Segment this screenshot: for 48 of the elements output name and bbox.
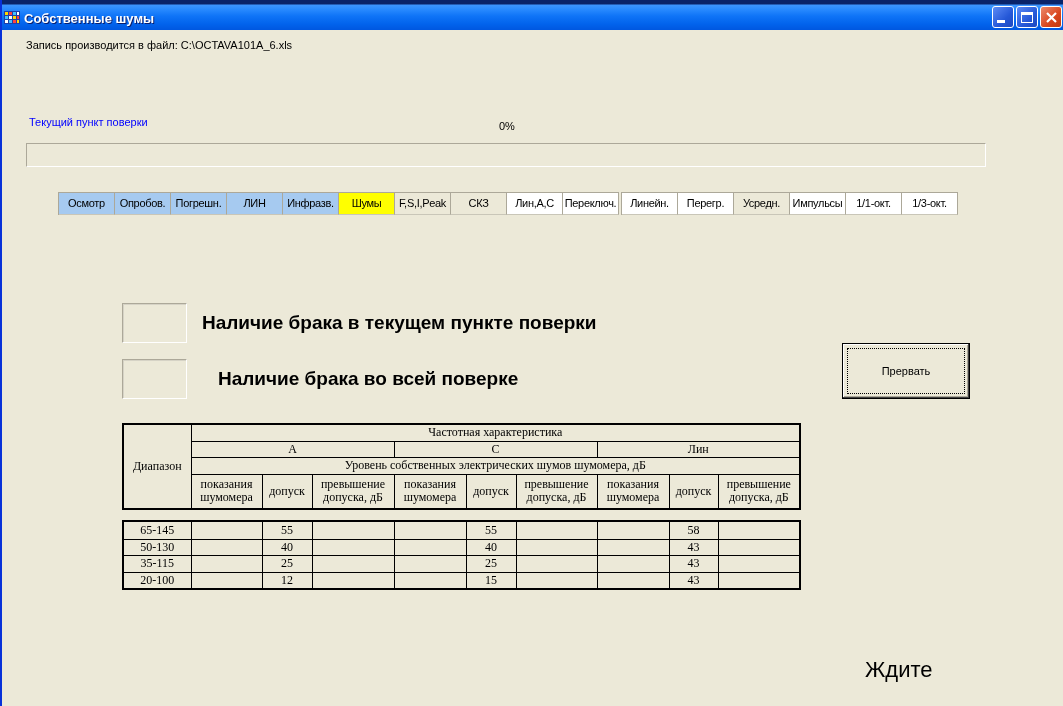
stage-indicator: Шумы: [339, 192, 395, 215]
table-cell: 35-115: [123, 555, 191, 572]
table-cell: 43: [669, 539, 718, 555]
stage-indicator: Линейн.: [622, 192, 678, 215]
maximize-icon: [1021, 11, 1033, 23]
maximize-button[interactable]: [1016, 6, 1038, 28]
indicator-label: Наличие брака во всей поверке: [218, 368, 519, 390]
table-cell: 55: [262, 521, 312, 539]
stage-indicator: ЛИН: [227, 192, 283, 215]
file-path-note: Запись производится в файл: C:\OCTAVA101A_6.xls: [26, 39, 293, 52]
stage-indicator: Осмотр: [59, 192, 115, 215]
abort-button[interactable]: Прервать: [842, 343, 970, 399]
progress-label: Текущий пункт поверки: [29, 116, 148, 128]
table-cell: 50-130: [123, 539, 191, 555]
minimize-button[interactable]: [992, 6, 1014, 28]
stage-indicator: Лин,A,C: [507, 192, 563, 215]
column-group-header: C: [394, 441, 597, 457]
stage-indicator: Усредн.: [734, 192, 790, 215]
table-subtitle: Уровень собственных электрических шумов шумомера, дБ: [191, 457, 801, 474]
table-cell: 25: [262, 555, 312, 572]
indicator-panel: [122, 359, 187, 399]
progress-percent: 0%: [499, 120, 515, 133]
stage-indicator: Погрешн.: [171, 192, 227, 215]
table-cell: 40: [466, 539, 516, 555]
stage-indicator: Инфразв.: [283, 192, 339, 215]
close-icon: [1045, 11, 1057, 23]
stage-indicator: F,S,I,Peak: [395, 192, 451, 215]
window-title: Собственные шумы: [24, 11, 155, 26]
indicator-panel: [122, 303, 187, 343]
stage-indicator: Перегр.: [678, 192, 734, 215]
stage-indicator: Переключ.: [563, 192, 619, 215]
wait-status-text: Ждите: [865, 657, 933, 683]
indicator-label: Наличие брака в текущем пункте поверки: [202, 312, 597, 334]
stage-indicator: Опробов.: [115, 192, 171, 215]
minimize-icon: [997, 19, 1005, 23]
stage-indicator: СКЗ: [451, 192, 507, 215]
table-cell: 43: [669, 555, 718, 572]
table-cell: 25: [466, 555, 516, 572]
close-button[interactable]: [1040, 6, 1062, 28]
table-cell: 55: [466, 521, 516, 539]
table-cell: 40: [262, 539, 312, 555]
stage-indicator: Импульсы: [790, 192, 846, 215]
stage-indicator: 1/3-окт.: [902, 192, 958, 215]
grid-icon: [4, 11, 20, 24]
table-cell: 65-145: [123, 521, 191, 539]
table-cell: 58: [669, 521, 718, 539]
column-group-header: A: [191, 441, 394, 457]
stage-indicator: 1/1-окт.: [846, 192, 902, 215]
